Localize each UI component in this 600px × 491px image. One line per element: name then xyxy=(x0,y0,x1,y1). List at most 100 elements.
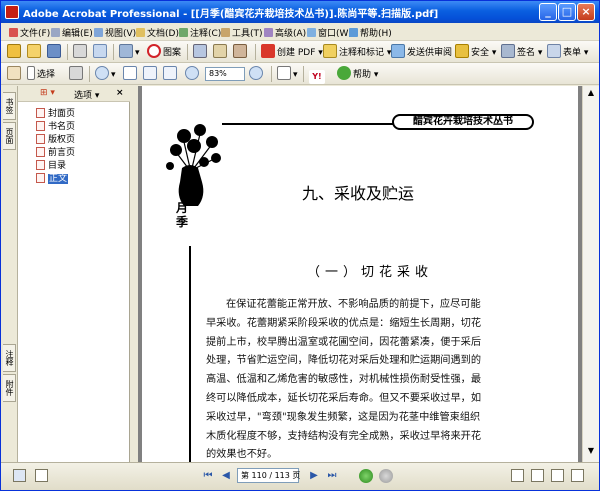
pdf-page: 醋宾花卉栽培技术丛书 月季 九、采收及贮运 （一）切花采收 在保证花蕾能正常开放… xyxy=(142,86,578,462)
save-button[interactable] xyxy=(47,44,63,60)
first-page-button[interactable]: ⏮ xyxy=(201,469,215,483)
facing-icon[interactable] xyxy=(551,469,564,482)
zoom-level-field[interactable]: 83% xyxy=(205,67,245,81)
fit-width-button[interactable] xyxy=(163,66,179,82)
close-button[interactable]: × xyxy=(577,3,595,21)
file-icon xyxy=(9,28,18,37)
text-line: 木质化程度不够，支持结构没有完全成熟，采收过早将来开花 xyxy=(206,430,482,442)
previous-view-button[interactable] xyxy=(359,469,373,483)
bookmark-item[interactable]: 目录 xyxy=(24,160,75,173)
yahoo-button[interactable]: Y! xyxy=(309,66,327,84)
comment-markup-button[interactable]: 注释和标记 ▾ xyxy=(323,44,391,60)
close-panel-button[interactable]: × xyxy=(116,88,124,98)
email-icon xyxy=(93,44,107,58)
menu-file[interactable]: 文件(F) xyxy=(9,26,50,39)
hand-tool-button[interactable] xyxy=(7,66,23,82)
search-icon xyxy=(193,44,207,58)
send-review-icon xyxy=(391,44,405,58)
secure-button[interactable]: 安全 ▾ xyxy=(455,44,496,60)
tab-comments[interactable]: 注释 xyxy=(3,344,16,372)
menu-tools[interactable]: 工具(T) xyxy=(221,26,263,39)
zoom-in-button[interactable] xyxy=(249,66,265,82)
tool-button-3[interactable] xyxy=(233,44,249,60)
zoom-in-icon xyxy=(249,66,263,80)
camera-icon xyxy=(69,66,83,80)
yahoo-icon: Y! xyxy=(309,70,325,84)
menu-advanced[interactable]: 高级(A) xyxy=(264,26,306,39)
print-button[interactable] xyxy=(73,44,89,60)
text-line: 采收过早，"弯颈"现象发生频繁，这是因为花茎中维管束组织 xyxy=(206,411,481,423)
bookmark-item[interactable]: 封面页 xyxy=(24,108,75,121)
zoom-tool-button[interactable]: ▾ xyxy=(95,66,116,82)
display-icon[interactable] xyxy=(13,469,26,482)
bookmark-item-selected[interactable]: 正文 xyxy=(24,173,75,186)
single-page-icon[interactable] xyxy=(511,469,524,482)
continuous-icon[interactable] xyxy=(531,469,544,482)
flower-vase-illustration xyxy=(166,124,221,206)
toolbar-separator xyxy=(89,66,90,82)
continuous-facing-icon[interactable] xyxy=(571,469,584,482)
back-arrow-icon xyxy=(359,469,373,483)
comment-bubble-icon xyxy=(323,44,337,58)
forms-button[interactable]: 表单 ▾ xyxy=(547,44,588,60)
bookmark-item[interactable]: 书名页 xyxy=(24,121,75,134)
create-pdf-button[interactable]: 创建 PDF ▾ xyxy=(261,44,323,60)
text-line: 高温、低温和乙烯危害的敏感性，对机械性损伤耐受性强，最 xyxy=(206,374,482,386)
tool-button-1[interactable] xyxy=(193,44,209,60)
navigation-tabs: 书签 页面 注释 附件 xyxy=(1,86,18,462)
menu-edit[interactable]: 编辑(E) xyxy=(51,26,93,39)
menu-document[interactable]: 文档(D) xyxy=(136,26,179,39)
next-page-button[interactable]: ▶ xyxy=(307,469,321,483)
bookmark-expand-icon[interactable]: ⊞ ▾ xyxy=(40,88,55,98)
snapshot-button[interactable] xyxy=(69,66,85,82)
select-tool-button[interactable]: 选择 xyxy=(27,66,55,82)
menu-comments[interactable]: 注释(C) xyxy=(179,26,221,39)
scroll-down-icon[interactable]: ▼ xyxy=(586,446,596,456)
text-line: 的效果也不好。 xyxy=(206,449,278,461)
text-cursor-icon xyxy=(27,66,35,80)
maximize-button[interactable]: □ xyxy=(558,3,576,21)
minimize-button[interactable]: _ xyxy=(539,3,557,21)
forward-arrow-icon xyxy=(379,469,393,483)
pattern-button[interactable]: 图案 xyxy=(147,44,181,60)
attach-button[interactable]: ▾ xyxy=(119,44,140,60)
menu-view[interactable]: 视图(V) xyxy=(94,26,136,39)
menu-window[interactable]: 窗口(W) xyxy=(307,26,352,39)
bookmark-item[interactable]: 版权页 xyxy=(24,134,75,147)
previous-page-button[interactable]: ◀ xyxy=(219,469,233,483)
email-button[interactable] xyxy=(93,44,109,60)
folder-open-icon xyxy=(27,44,41,58)
vertical-scrollbar[interactable]: ▲ ▼ xyxy=(582,86,599,462)
stamp-icon xyxy=(147,44,161,58)
text-line: 处理，节省贮运空间，降低切花对采后处理和贮运期间遇到的 xyxy=(206,355,482,367)
sign-button[interactable]: 签名 ▾ xyxy=(501,44,542,60)
save-icon xyxy=(47,44,61,58)
options-menu[interactable]: 选项 ▾ xyxy=(74,88,99,101)
scroll-up-icon[interactable]: ▲ xyxy=(586,88,596,98)
tab-bookmarks[interactable]: 书签 xyxy=(3,92,16,120)
menu-help[interactable]: 帮助(H) xyxy=(349,26,392,39)
actual-size-button[interactable] xyxy=(123,66,139,82)
tab-attachments[interactable]: 附件 xyxy=(3,374,16,402)
panel-splitter[interactable] xyxy=(130,86,138,462)
last-page-button[interactable]: ⏭ xyxy=(325,469,339,483)
bookmark-item[interactable]: 前言页 xyxy=(24,147,75,160)
next-view-button[interactable] xyxy=(379,469,393,483)
open-button[interactable] xyxy=(27,44,43,60)
fit-page-button[interactable] xyxy=(143,66,159,82)
send-review-button[interactable]: 发送供审阅 ▾ xyxy=(391,44,459,60)
new-button[interactable] xyxy=(7,44,23,60)
text-line: 在保证花蕾能正常开放、不影响品质的前提下，应尽可能 xyxy=(226,299,481,310)
tool-button-2[interactable] xyxy=(213,44,229,60)
review-icon xyxy=(233,44,247,58)
page-number-field[interactable]: 第 110 / 113 页 xyxy=(237,468,300,483)
main-toolbar: ▾ 图案 创建 PDF ▾ 注释和标记 ▾ 发送供审阅 ▾ 安全 ▾ 签名 ▾ … xyxy=(1,41,599,63)
page-icon[interactable] xyxy=(35,469,48,482)
tab-pages[interactable]: 页面 xyxy=(3,122,16,150)
document-view[interactable]: 醋宾花卉栽培技术丛书 月季 九、采收及贮运 （一）切花采收 在保证花蕾能正常开放… xyxy=(138,86,582,462)
rotate-button[interactable]: ▾ xyxy=(277,66,298,82)
zoom-out-button[interactable] xyxy=(185,66,201,82)
print-icon xyxy=(73,44,87,58)
help-button[interactable]: 帮助 ▾ xyxy=(337,66,378,82)
comment-icon xyxy=(179,28,188,37)
